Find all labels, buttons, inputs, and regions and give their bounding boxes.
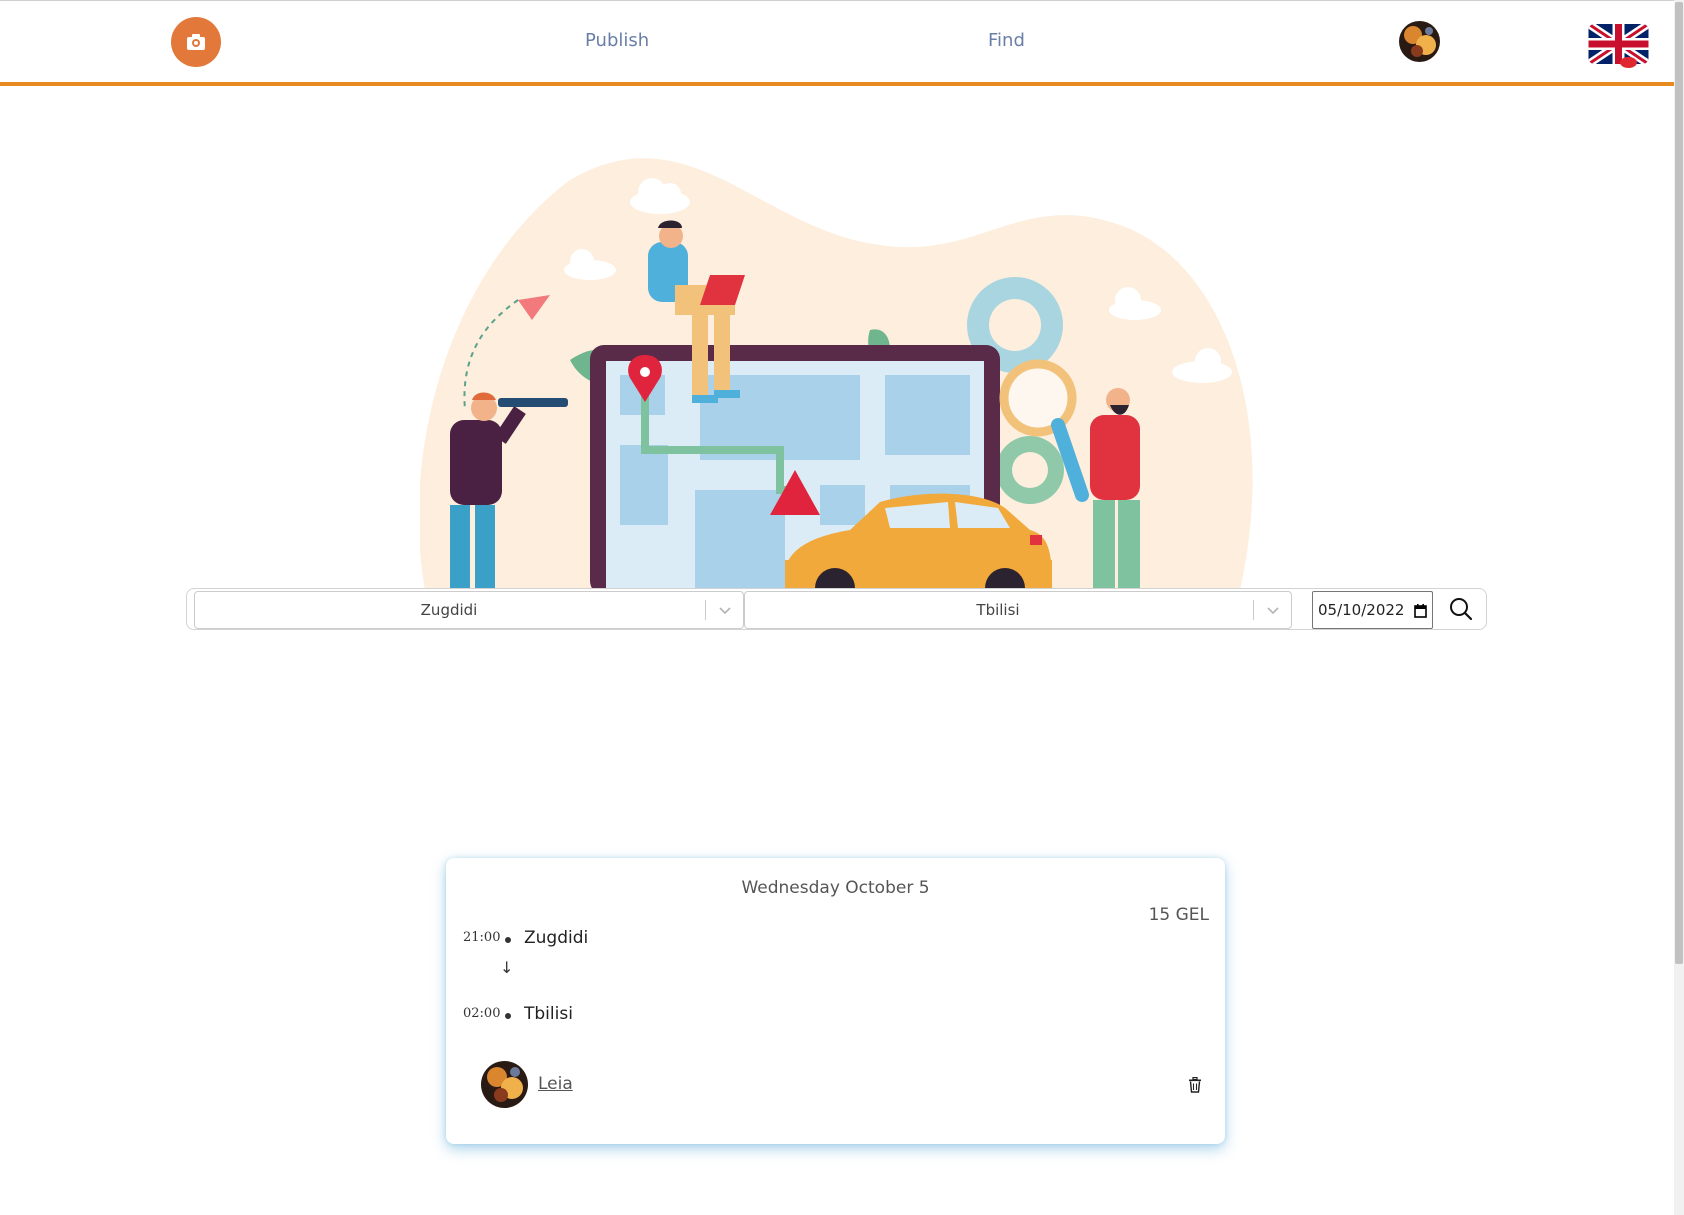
search-bar: Zugdidi Tbilisi 05/10/2022 <box>186 588 1487 630</box>
route-arrow-icon: ↓ <box>500 958 514 977</box>
from-city-select[interactable]: Zugdidi <box>194 591 744 629</box>
driver-name-link[interactable]: Leia <box>538 1074 573 1094</box>
hero-illustration <box>420 158 1253 590</box>
search-icon <box>1450 598 1473 621</box>
user-avatar[interactable] <box>1399 21 1440 62</box>
scrollbar-thumb[interactable] <box>1675 2 1683 964</box>
language-indicator-dot <box>1620 57 1637 68</box>
ride-price: 15 GEL <box>1148 905 1209 925</box>
date-value: 05/10/2022 <box>1318 601 1405 619</box>
departure-dot <box>505 937 511 943</box>
departure-city: Zugdidi <box>524 928 589 948</box>
arrival-time: 02:00 <box>463 1006 501 1021</box>
chevron-down-icon[interactable] <box>717 602 733 618</box>
departure-time: 21:00 <box>463 930 501 945</box>
trash-icon[interactable] <box>1188 1077 1202 1093</box>
navbar: Publish Find <box>0 0 1674 86</box>
uk-flag-icon[interactable] <box>1588 24 1649 64</box>
select-separator <box>705 600 706 620</box>
select-separator <box>1253 600 1254 620</box>
ride-date: Wednesday October 5 <box>741 878 930 898</box>
driver-avatar[interactable] <box>481 1061 528 1108</box>
ride-card[interactable]: Wednesday October 5 15 GEL 21:00 Zugdidi… <box>446 858 1225 1144</box>
calendar-icon[interactable] <box>1414 604 1427 618</box>
from-city-value: Zugdidi <box>420 601 478 619</box>
nav-find-link[interactable]: Find <box>988 30 1025 51</box>
logo-button[interactable] <box>171 17 221 67</box>
date-input[interactable]: 05/10/2022 <box>1312 591 1433 629</box>
to-city-value: Tbilisi <box>976 601 1020 619</box>
arrival-city: Tbilisi <box>524 1004 573 1024</box>
camera-icon <box>187 34 205 50</box>
nav-publish-link[interactable]: Publish <box>585 30 649 51</box>
search-button[interactable] <box>1437 591 1485 627</box>
arrival-dot <box>505 1013 511 1019</box>
to-city-select[interactable]: Tbilisi <box>744 591 1292 629</box>
chevron-down-icon[interactable] <box>1265 602 1281 618</box>
